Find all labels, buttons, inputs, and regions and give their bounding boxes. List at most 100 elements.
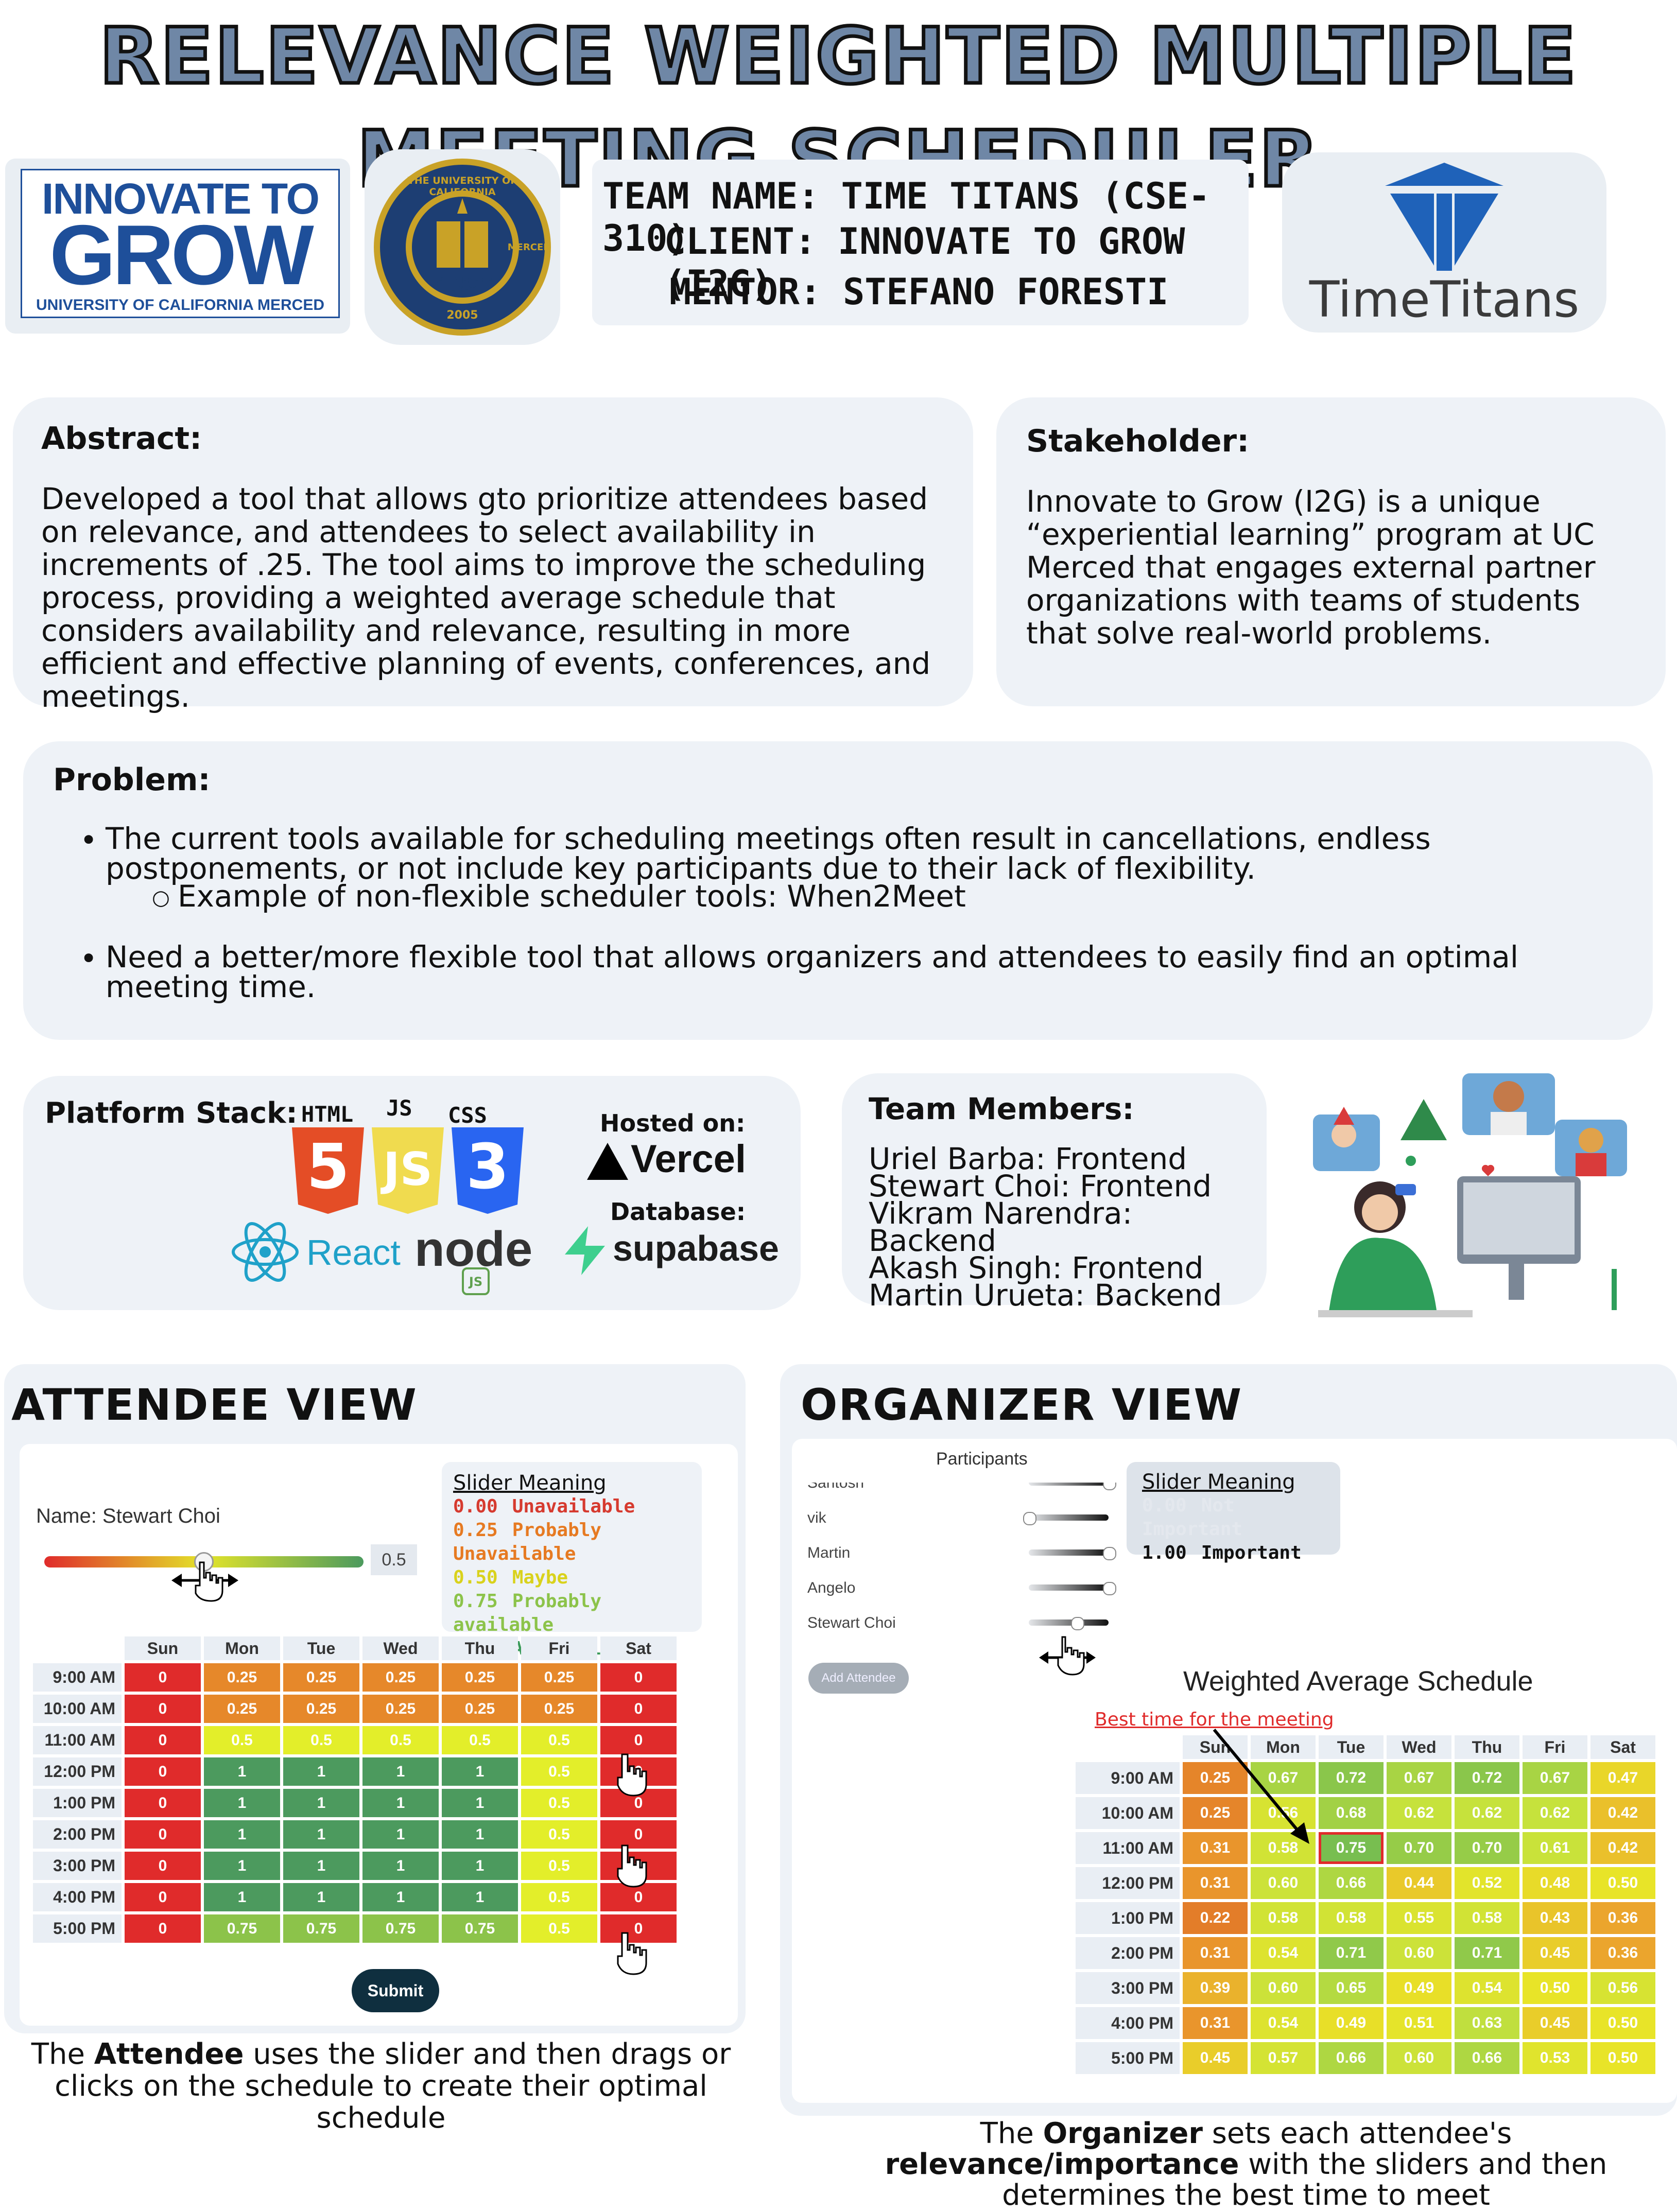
schedule-cell[interactable]: 1 [204, 1789, 280, 1817]
schedule-cell[interactable]: 0.25 [283, 1663, 359, 1692]
schedule-cell[interactable]: 1 [362, 1852, 439, 1880]
relevance-slider-thumb[interactable] [1071, 1617, 1084, 1630]
platform-stack-panel: Platform Stack: HTML JS CSS 5 JS 3 React… [23, 1076, 801, 1310]
slider-meaning-row: 0.25 Probably Unavailable [453, 1519, 690, 1566]
schedule-cell[interactable]: 0.5 [521, 1726, 597, 1754]
schedule-cell[interactable]: 0.25 [521, 1695, 597, 1723]
schedule-cell[interactable]: 0.25 [442, 1663, 518, 1692]
schedule-cell[interactable]: 0.25 [283, 1695, 359, 1723]
schedule-cell[interactable]: 0.5 [521, 1757, 597, 1786]
schedule-cell[interactable]: 1 [362, 1757, 439, 1786]
schedule-cell[interactable]: 0 [125, 1663, 201, 1692]
schedule-row: 5:00 PM 0.45 0.57 0.66 0.60 0.66 0.53 0.50 [1076, 2042, 1655, 2074]
schedule-cell[interactable]: 0.75 [362, 1914, 439, 1943]
relevance-slider-thumb[interactable] [1103, 1547, 1116, 1560]
schedule-cell: 0.54 [1251, 1937, 1316, 1969]
relevance-slider-thumb[interactable] [1023, 1512, 1036, 1525]
schedule-cell[interactable]: 0.5 [521, 1789, 597, 1817]
schedule-cell[interactable]: 0.5 [521, 1820, 597, 1849]
time-label: 4:00 PM [33, 1883, 122, 1911]
schedule-cell[interactable]: 0.75 [204, 1914, 280, 1943]
schedule-cell[interactable]: 1 [442, 1789, 518, 1817]
problem-panel: Problem: • The current tools available f… [23, 741, 1653, 1040]
relevance-slider[interactable] [1029, 1617, 1109, 1630]
schedule-cell[interactable]: 1 [362, 1789, 439, 1817]
schedule-cell[interactable]: 0 [125, 1757, 201, 1786]
schedule-cell[interactable]: 0.25 [204, 1695, 280, 1723]
best-time-arrow [1213, 1729, 1309, 1844]
schedule-cell: 0.62 [1523, 1797, 1587, 1829]
schedule-cell: 0.54 [1455, 1972, 1519, 2004]
schedule-cell[interactable]: 1 [283, 1883, 359, 1911]
team-member: Martin Urueta: Backend [869, 1278, 1222, 1313]
schedule-cell[interactable]: 1 [442, 1883, 518, 1911]
schedule-cell: 0.43 [1523, 1902, 1587, 1934]
time-label: 9:00 AM [33, 1663, 122, 1692]
schedule-cell[interactable]: 0.5 [204, 1726, 280, 1754]
participant-row: Martin [807, 1537, 1127, 1572]
schedule-cell[interactable]: 0.25 [362, 1663, 439, 1692]
slider-meaning-label: Unavailable [512, 1496, 635, 1517]
schedule-cell: 0.36 [1590, 1937, 1655, 1969]
attendee-schedule-grid[interactable]: Sun Mon Tue Wed Thu Fri Sat 9:00 AM 0 0.25 0.25 0.2… [30, 1633, 680, 1946]
schedule-cell: 0.60 [1387, 1937, 1451, 1969]
schedule-cell: 0.31 [1183, 1867, 1248, 1899]
schedule-cell[interactable]: 1 [283, 1820, 359, 1849]
schedule-cell[interactable]: 0.5 [521, 1852, 597, 1880]
schedule-cell[interactable]: 1 [204, 1852, 280, 1880]
relevance-slider[interactable] [1023, 1512, 1109, 1525]
schedule-cell[interactable]: 0 [125, 1820, 201, 1849]
schedule-cell[interactable]: 0 [125, 1883, 201, 1911]
schedule-cell[interactable]: 0.5 [442, 1726, 518, 1754]
schedule-cell[interactable]: 0 [125, 1726, 201, 1754]
schedule-cell[interactable]: 1 [204, 1757, 280, 1786]
schedule-cell[interactable]: 0.75 [442, 1914, 518, 1943]
schedule-cell[interactable]: 1 [442, 1820, 518, 1849]
schedule-cell[interactable]: 0.25 [362, 1695, 439, 1723]
schedule-cell[interactable]: 1 [362, 1883, 439, 1911]
schedule-cell[interactable]: 0.5 [521, 1883, 597, 1911]
schedule-cell: 0.31 [1183, 1937, 1248, 1969]
relevance-slider-thumb[interactable] [1103, 1582, 1116, 1595]
schedule-cell[interactable]: 0 [125, 1852, 201, 1880]
relevance-slider[interactable] [1029, 1547, 1116, 1560]
schedule-cell: 0.58 [1251, 1902, 1316, 1934]
schedule-cell[interactable]: 0.5 [362, 1726, 439, 1754]
add-attendee-button[interactable]: Add Attendee [808, 1663, 909, 1694]
team-member-list: Uriel Barba: Frontend Stewart Choi: Fron… [869, 1144, 1260, 1313]
relevance-slider[interactable] [1029, 1483, 1116, 1490]
schedule-cell[interactable]: 0 [125, 1695, 201, 1723]
schedule-cell[interactable]: 0.75 [283, 1914, 359, 1943]
schedule-cell[interactable]: 0 [600, 1663, 677, 1692]
organizer-caption-bold2: relevance/importance [885, 2148, 1239, 2181]
schedule-cell[interactable]: 0 [125, 1914, 201, 1943]
schedule-cell[interactable]: 1 [283, 1789, 359, 1817]
schedule-cell[interactable]: 1 [362, 1820, 439, 1849]
participant-row: Angelo [807, 1572, 1127, 1607]
schedule-cell: 0.71 [1319, 1937, 1384, 1969]
day-header: Sun [125, 1636, 201, 1660]
schedule-cell[interactable]: 0.5 [521, 1914, 597, 1943]
schedule-cell[interactable]: 0.25 [442, 1695, 518, 1723]
schedule-cell[interactable]: 1 [283, 1852, 359, 1880]
schedule-row: 2:00 PM 0.31 0.54 0.71 0.60 0.71 0.45 0.36 [1076, 1937, 1655, 1969]
submit-button[interactable]: Submit [352, 1969, 439, 2012]
schedule-cell[interactable]: 1 [204, 1883, 280, 1911]
schedule-cell[interactable]: 0.5 [283, 1726, 359, 1754]
schedule-cell[interactable]: 1 [442, 1852, 518, 1880]
schedule-cell[interactable]: 1 [442, 1757, 518, 1786]
schedule-cell[interactable]: 0.25 [521, 1663, 597, 1692]
relevance-slider-thumb[interactable] [1103, 1483, 1116, 1490]
schedule-cell[interactable]: 0 [600, 1695, 677, 1723]
schedule-cell[interactable]: 0.25 [204, 1663, 280, 1692]
schedule-cell[interactable]: 0 [600, 1726, 677, 1754]
problem-subbullet: Example of non-flexible scheduler tools:… [178, 879, 966, 914]
schedule-cell: 0.47 [1590, 1762, 1655, 1794]
participants-list: Santosh vik Martin Angelo Stewart Choi [807, 1483, 1127, 1647]
schedule-cell[interactable]: 0 [125, 1789, 201, 1817]
schedule-cell[interactable]: 1 [204, 1820, 280, 1849]
organizer-caption-bold: Organizer [1043, 2117, 1203, 2150]
schedule-cell[interactable]: 1 [283, 1757, 359, 1786]
schedule-cell: 0.45 [1523, 1937, 1587, 1969]
relevance-slider[interactable] [1029, 1582, 1116, 1595]
